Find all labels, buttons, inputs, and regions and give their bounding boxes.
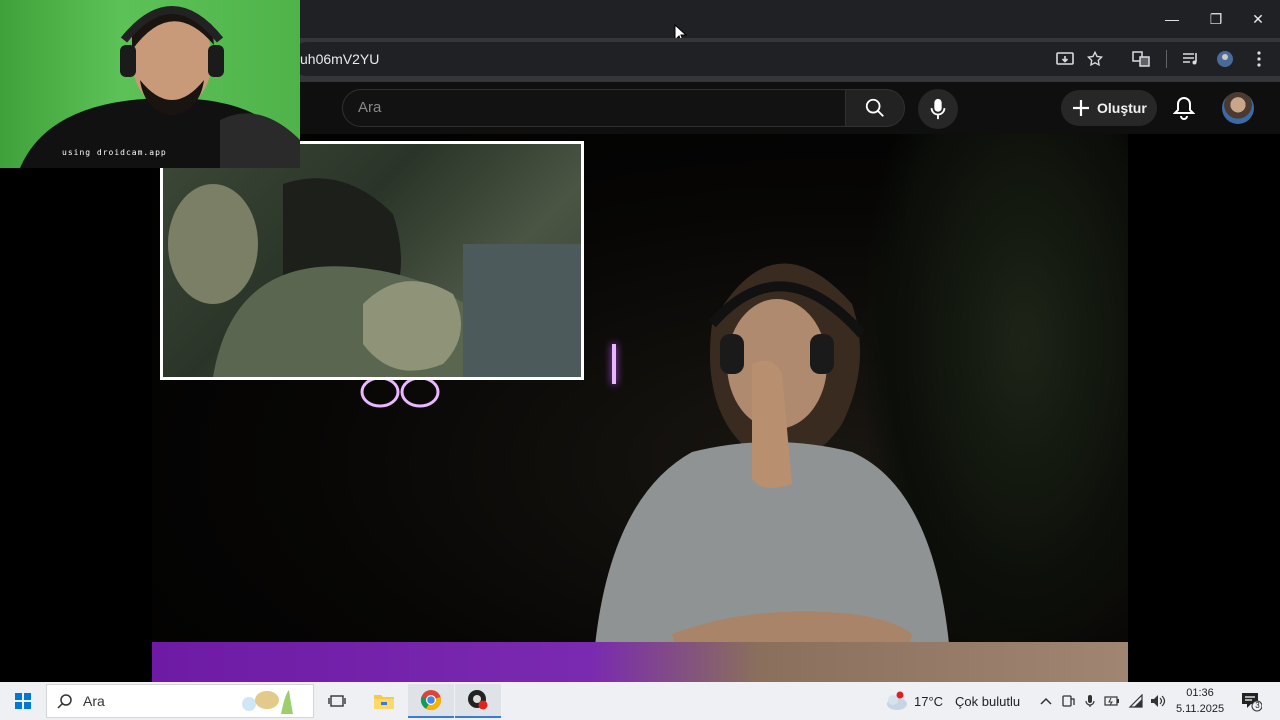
table-edge: [152, 642, 1128, 682]
search-input[interactable]: [342, 89, 846, 127]
chrome-taskbar-button[interactable]: [408, 684, 454, 718]
system-clock[interactable]: 01:36 5.11.2025: [1170, 685, 1230, 717]
notification-count: 3: [1255, 701, 1260, 710]
start-button[interactable]: [0, 682, 46, 720]
microphone-icon: [930, 98, 946, 120]
reaction-clip-overlay: [160, 141, 584, 380]
minimize-button[interactable]: —: [1150, 0, 1194, 38]
clock-time: 01:36: [1186, 687, 1214, 699]
taskbar: Ara 17°C Çok bulutlu 01:36 5.11.2025 3: [0, 682, 1280, 720]
voice-search-button[interactable]: [918, 89, 958, 129]
weather-widget[interactable]: 17°C Çok bulutlu: [884, 682, 1020, 720]
search-button[interactable]: [845, 89, 905, 127]
account-avatar[interactable]: [1222, 92, 1254, 124]
plus-icon: [1073, 100, 1089, 116]
bookmark-star-icon[interactable]: [1084, 48, 1106, 70]
install-app-icon[interactable]: [1054, 48, 1076, 70]
webcam-overlay: using droidcam.app: [0, 0, 300, 168]
chrome-icon: [420, 690, 441, 711]
translate-icon[interactable]: [1130, 48, 1152, 70]
woman-with-headphones: [592, 263, 952, 682]
weather-temperature: 17°C: [914, 693, 944, 709]
folder-icon: [374, 695, 394, 709]
search-icon: [865, 98, 884, 117]
task-view-button[interactable]: [314, 684, 360, 718]
bell-icon: [1173, 96, 1195, 120]
search-highlight-icon: [242, 690, 293, 714]
file-explorer-button[interactable]: [361, 684, 407, 718]
minimize-icon: —: [1165, 11, 1179, 27]
url-text[interactable]: uh06mV2YU: [300, 51, 379, 67]
close-button[interactable]: ✕: [1236, 0, 1280, 38]
media-controls-icon[interactable]: [1180, 48, 1202, 70]
toolbar-separator: [1166, 50, 1167, 68]
restore-icon: ❐: [1209, 10, 1223, 27]
create-button[interactable]: Oluştur: [1061, 90, 1157, 126]
taskbar-search-box[interactable]: Ara: [46, 684, 314, 718]
more-options-icon[interactable]: [1248, 48, 1270, 70]
webcam-watermark: using droidcam.app: [62, 148, 167, 157]
search-icon: [57, 694, 72, 709]
notification-center-button[interactable]: 3: [1240, 690, 1263, 712]
restore-button[interactable]: ❐: [1194, 0, 1238, 38]
volume-icon[interactable]: [1150, 693, 1166, 709]
taskbar-search-placeholder: Ara: [83, 693, 105, 709]
recorder-taskbar-button[interactable]: [455, 684, 501, 718]
show-hidden-icons-chevron-icon[interactable]: [1038, 693, 1054, 709]
task-view-icon: [328, 695, 346, 707]
phone-link-icon[interactable]: [1060, 693, 1076, 709]
streamer-figure: [20, 6, 300, 168]
close-icon: ✕: [1252, 10, 1264, 27]
notifications-button[interactable]: [1166, 90, 1202, 126]
microphone-tray-icon[interactable]: [1082, 693, 1098, 709]
battery-icon[interactable]: [1104, 693, 1120, 709]
cloud-icon: [887, 691, 907, 710]
clock-date: 5.11.2025: [1175, 703, 1225, 715]
clip-scene: [168, 178, 581, 377]
windows-logo-icon: [15, 693, 31, 709]
wifi-icon[interactable]: [1128, 693, 1144, 709]
record-app-icon: [468, 690, 488, 710]
profile-extension-icon[interactable]: [1214, 48, 1236, 70]
search-placeholder: Ara: [358, 99, 382, 116]
weather-condition: Çok bulutlu: [955, 693, 1021, 709]
create-label: Oluştur: [1097, 100, 1147, 116]
